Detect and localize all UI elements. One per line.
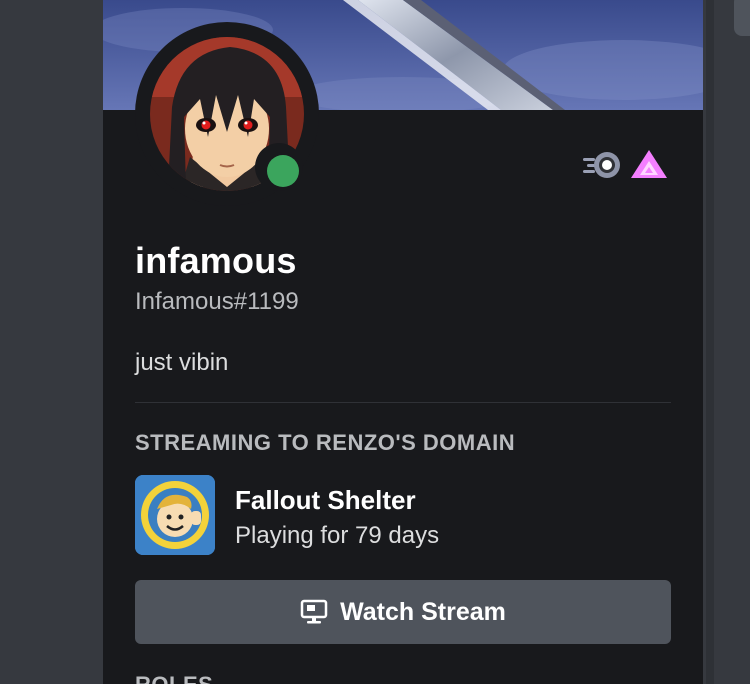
fallout-shelter-icon (135, 475, 215, 555)
app-background-left (0, 0, 103, 684)
section-divider (135, 402, 671, 403)
activity-header: STREAMING TO RENZO'S DOMAIN (135, 430, 516, 455)
adjacent-panel-edge (734, 0, 750, 36)
watch-stream-label: Watch Stream (340, 597, 506, 626)
nitro-boost-icon[interactable] (581, 146, 623, 188)
roles-header: ROLES (135, 672, 213, 684)
game-name: Fallout Shelter (235, 485, 416, 515)
custom-status: just vibin (135, 349, 229, 376)
user-profile-popout: infamous Infamous#1199 just vibin STREAM… (103, 0, 703, 684)
profile-badges (581, 146, 671, 184)
watch-stream-button[interactable]: Watch Stream (135, 580, 671, 644)
scrollbar-track[interactable] (706, 0, 714, 684)
screen-share-icon (300, 598, 328, 626)
user-tag[interactable]: Infamous#1199 (135, 288, 299, 316)
game-icon (135, 475, 215, 555)
online-status-indicator[interactable] (267, 155, 299, 187)
activity-elapsed: Playing for 79 days (235, 522, 440, 549)
hypesquad-brilliance-icon[interactable] (629, 146, 669, 188)
display-name: infamous (135, 240, 297, 281)
